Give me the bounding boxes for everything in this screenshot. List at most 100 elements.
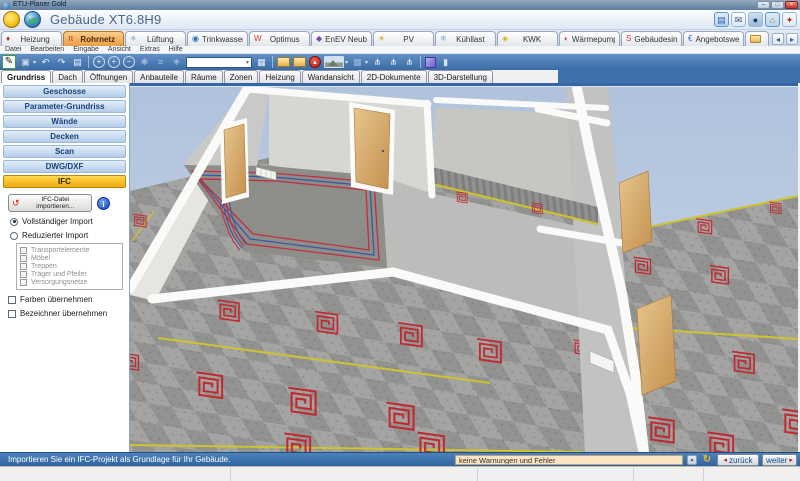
next-arrow-icon: ▸	[789, 456, 793, 464]
tab-oeffnungen[interactable]: Öffnungen	[84, 70, 133, 83]
refresh-icon[interactable]: ↻	[701, 454, 713, 466]
redo-button[interactable]: ↷	[55, 56, 68, 69]
maximize-button[interactable]: □	[771, 1, 784, 9]
collapse-button[interactable]: ▴	[687, 455, 697, 465]
module-tab-more[interactable]	[745, 31, 769, 46]
viewport-3d[interactable]	[130, 83, 798, 452]
mail-icon[interactable]: ✉	[731, 12, 746, 27]
settings-gear-icon[interactable]: ✱	[138, 56, 151, 69]
menu-datei[interactable]: Datei	[5, 46, 21, 54]
module-tab-waermepumpe[interactable]: ◐Wärmepumpe	[559, 31, 620, 46]
toolbar-combobox[interactable]: ▾	[186, 57, 252, 68]
module-tab-gebaeudesimulation[interactable]: SGebäudesimulation	[621, 31, 682, 46]
tools-dropdown-icon[interactable]: ▾	[365, 59, 368, 66]
header-bar: Gebäude XT6.8H9 ▤ ✉ ● ⌂ ✦	[0, 10, 800, 30]
sidebar-item-geschosse[interactable]: Geschosse	[3, 85, 126, 98]
checkbox[interactable]	[8, 296, 16, 304]
pipe-tool-3[interactable]: ⋔	[403, 56, 416, 69]
module-tab-trinkwasser[interactable]: ◉Trinkwasser	[187, 31, 248, 46]
tab-3d-darstellung[interactable]: 3D-Darstellung	[428, 70, 493, 83]
close-button[interactable]: ×	[785, 1, 798, 9]
next-button[interactable]: weiter ▸	[762, 454, 797, 466]
menu-bearbeiten[interactable]: Bearbeiten	[30, 46, 64, 54]
tools-grid-button[interactable]: ▦	[351, 56, 364, 69]
sidebar-item-decken[interactable]: Decken	[3, 130, 126, 143]
shapes-tool[interactable]: ▣	[19, 56, 32, 69]
projects-icon[interactable]: ▤	[714, 12, 729, 27]
cube-3d-button[interactable]	[425, 57, 436, 68]
effects-star-icon[interactable]: ✳	[170, 56, 183, 69]
layers-icon[interactable]: ≡	[154, 56, 167, 69]
radio-reduzierter-import[interactable]: Reduzierter Import	[10, 231, 129, 240]
pipe-tool-2[interactable]: ⋔	[387, 56, 400, 69]
minimize-button[interactable]: –	[757, 1, 770, 9]
zoom-region-button[interactable]: +	[93, 56, 105, 68]
module-tab-angebotswesen[interactable]: €Angebotswesen	[683, 31, 744, 46]
window-title: ETU-Planer Gold	[13, 0, 66, 10]
draw-pencil-tool[interactable]: ✎	[2, 55, 16, 69]
tab-heizung[interactable]: Heizung	[259, 70, 300, 83]
tab-2d-dokumente[interactable]: 2D-Dokumente	[361, 70, 427, 83]
ifc-import-button[interactable]: ↺ IFC-Datei importieren...	[8, 194, 92, 212]
module-tab-enev-neubau[interactable]: ◆EnEV Neubau	[311, 31, 372, 46]
web-icon[interactable]: ●	[748, 12, 763, 27]
open-folder-button[interactable]	[277, 57, 290, 67]
combobox-dropdown-icon: ▾	[246, 59, 249, 66]
sidebar-panel: Geschosse Parameter-Grundriss Wände Deck…	[0, 83, 130, 452]
module-tab-rohrnetz[interactable]: πRohrnetz	[63, 31, 124, 46]
tab-grundriss[interactable]: Grundriss	[1, 70, 51, 83]
zoom-out-button[interactable]: −	[123, 56, 135, 68]
angebotswesen-icon: €	[688, 35, 692, 43]
radio-button-off[interactable]	[10, 232, 18, 240]
image-dropdown-icon[interactable]: ▾	[345, 59, 348, 66]
viewport-border	[130, 83, 798, 86]
sidebar-item-scan[interactable]: Scan	[3, 145, 126, 158]
shapes-dropdown-icon[interactable]: ▾	[33, 59, 36, 66]
tab-anbauteile[interactable]: Anbauteile	[134, 70, 184, 83]
warnings-field[interactable]: keine Warnungen und Fehler	[455, 455, 683, 465]
home-icon[interactable]: ⌂	[765, 12, 780, 27]
pipe-tool-1[interactable]: ⋔	[371, 56, 384, 69]
tab-scroll-left-button[interactable]: ◂	[772, 33, 784, 45]
reduced-import-groupbox: Transportelemente Möbel Treppen Träger u…	[16, 243, 123, 290]
status-bar: Importieren Sie ein IFC-Projekt als Grun…	[0, 452, 800, 466]
tab-raeume[interactable]: Räume	[185, 70, 223, 83]
module-tab-optimus[interactable]: WOptimus	[249, 31, 310, 46]
tab-wandansicht[interactable]: Wandansicht	[302, 70, 360, 83]
open-project-folder-button[interactable]	[293, 57, 306, 67]
checkbox[interactable]	[8, 310, 16, 318]
module-tab-kuehllast[interactable]: ❄Kühllast	[435, 31, 496, 46]
module-tab-kwk[interactable]: ◈KWK	[497, 31, 558, 46]
globe-icon	[24, 11, 41, 28]
copy-button[interactable]: ▤	[71, 56, 84, 69]
radio-button-on[interactable]	[10, 218, 18, 226]
radio-vollstaendiger-import[interactable]: Vollständiger Import	[10, 217, 129, 226]
checkbox-bezeichner-uebernehmen[interactable]: Bezeichner übernehmen	[8, 309, 129, 318]
ifc-info-button[interactable]: i	[97, 197, 110, 210]
module-tab-pv[interactable]: ☀PV	[373, 31, 434, 46]
sidebar-item-parameter-grundriss[interactable]: Parameter-Grundriss	[3, 100, 126, 113]
module-tab-heizung[interactable]: ♦Heizung	[1, 31, 62, 46]
menu-hilfe[interactable]: Hilfe	[169, 46, 183, 54]
undo-button[interactable]: ↶	[39, 56, 52, 69]
record-warning-button[interactable]: ▲	[309, 56, 321, 68]
sidebar-item-waende[interactable]: Wände	[3, 115, 126, 128]
menu-extras[interactable]: Extras	[140, 46, 160, 54]
sidebar-item-ifc[interactable]: IFC	[3, 175, 126, 188]
tab-zonen[interactable]: Zonen	[224, 70, 259, 83]
checkbox	[20, 255, 27, 262]
table-grid-button[interactable]: ▦	[255, 56, 268, 69]
tools-icon[interactable]: ✦	[782, 12, 797, 27]
menu-eingabe[interactable]: Eingabe	[73, 46, 99, 54]
tab-scroll-right-button[interactable]: ▸	[786, 33, 798, 45]
checkbox-farben-uebernehmen[interactable]: Farben übernehmen	[8, 295, 129, 304]
module-tab-lueftung[interactable]: ✳Lüftung	[125, 31, 186, 46]
door-leaf	[637, 295, 676, 395]
back-button[interactable]: ◂ zurück	[717, 454, 759, 466]
menu-ansicht[interactable]: Ansicht	[108, 46, 131, 54]
sidebar-item-dwg-dxf[interactable]: DWG/DXF	[3, 160, 126, 173]
zoom-in-button[interactable]: +	[108, 56, 120, 68]
spray-tool-button[interactable]: ▮	[439, 56, 452, 69]
tab-dach[interactable]: Dach	[52, 70, 83, 83]
background-image-button[interactable]	[324, 56, 344, 68]
